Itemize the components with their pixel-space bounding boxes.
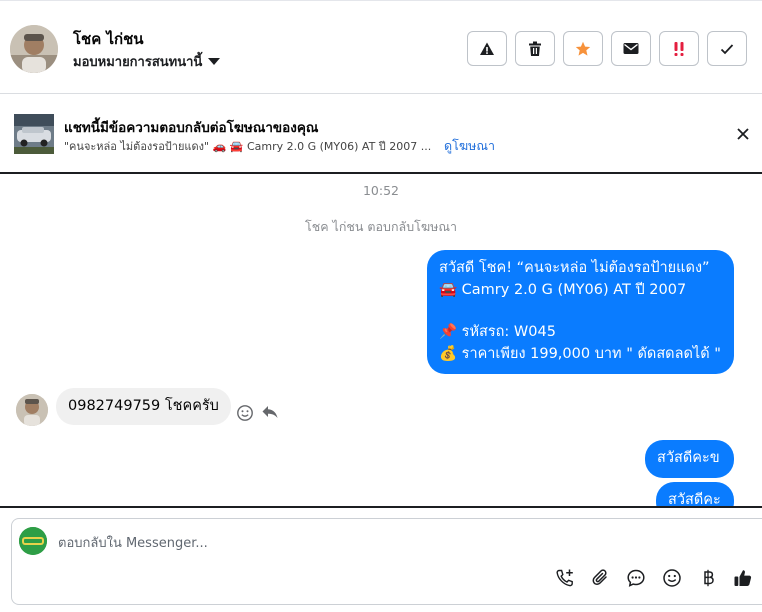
message-line: 📌 รหัสรถ: W045 xyxy=(439,324,556,340)
view-ad-link[interactable]: ดูโฆษณา xyxy=(444,136,495,156)
message-line: 💰 ราคาเพียง 199,000 บาท " ดัดสดลดได้ " xyxy=(439,345,721,362)
close-icon xyxy=(737,128,749,140)
conversation-actions xyxy=(467,31,747,66)
warning-icon xyxy=(480,42,494,55)
close-banner-button[interactable] xyxy=(734,125,752,143)
important-icon xyxy=(674,41,684,56)
assign-conversation-dropdown[interactable]: มอบหมายการสนทนานี้ xyxy=(73,51,221,72)
star-icon xyxy=(575,41,591,56)
call-button[interactable] xyxy=(555,568,575,588)
emoji-icon xyxy=(663,569,681,587)
sender-avatar[interactable] xyxy=(16,394,48,426)
message-thread[interactable]: 10:52 โชค ไก่ชน ตอบกลับโฆษณา สวัสดี โชค!… xyxy=(0,176,762,506)
smiley-icon xyxy=(237,405,253,421)
paperclip-icon xyxy=(592,569,607,586)
caret-down-icon xyxy=(208,58,221,65)
mark-important-button[interactable] xyxy=(659,31,699,66)
baht-icon xyxy=(704,569,714,587)
envelope-icon xyxy=(623,43,639,54)
message-timestamp: 10:52 xyxy=(362,183,400,198)
emoji-button[interactable] xyxy=(662,568,682,588)
message-line: สวัสดี โชค! “คนจะหล่อ ไม่ต้องรอป้ายแดง” xyxy=(439,260,710,276)
ad-banner-title: แชทนี้มีข้อความตอบกลับต่อโฆษณาของคุณ xyxy=(64,120,319,136)
contact-name[interactable]: โชค ไก่ชน xyxy=(73,27,144,51)
trash-icon xyxy=(529,41,541,56)
assign-label: มอบหมายการสนทนานี้ xyxy=(73,55,203,70)
react-button[interactable] xyxy=(236,404,254,426)
thumbs-up-icon xyxy=(734,570,752,586)
outgoing-message[interactable]: สวัสดีคะ xyxy=(656,482,734,506)
message-line: 🚘 Camry 2.0 G (MY06) AT ปี 2007 xyxy=(439,281,687,298)
attach-button[interactable] xyxy=(591,568,611,588)
payment-button[interactable] xyxy=(698,568,718,588)
reply-input[interactable] xyxy=(58,533,538,553)
chat-bubble-icon xyxy=(627,569,645,587)
mark-spam-button[interactable] xyxy=(467,31,507,66)
ad-banner-subtitle: "คนจะหล่อ ไม่ต้องรอป้ายแดง" 🚗 🚘 Camry 2.… xyxy=(64,140,432,153)
page-avatar xyxy=(19,527,47,555)
delete-button[interactable] xyxy=(515,31,555,66)
reply-composer xyxy=(11,518,762,605)
like-button[interactable] xyxy=(733,568,753,588)
call-add-icon xyxy=(556,569,573,587)
checkmark-icon xyxy=(720,43,734,54)
divider xyxy=(0,506,762,508)
star-button[interactable] xyxy=(563,31,603,66)
saved-replies-button[interactable] xyxy=(626,568,646,588)
system-message: โชค ไก่ชน ตอบกลับโฆษณา xyxy=(305,219,457,234)
contact-avatar[interactable] xyxy=(10,25,58,73)
reply-button[interactable] xyxy=(261,404,279,424)
mark-unread-button[interactable] xyxy=(611,31,651,66)
outgoing-message[interactable]: สวัสดีคะข xyxy=(645,440,734,478)
ad-thumbnail[interactable] xyxy=(14,114,54,154)
mark-done-button[interactable] xyxy=(707,31,747,66)
incoming-message[interactable]: 0982749759 โชคครับ xyxy=(56,388,231,425)
reply-arrow-icon xyxy=(262,406,278,418)
outgoing-message[interactable]: สวัสดี โชค! “คนจะหล่อ ไม่ต้องรอป้ายแดง” … xyxy=(427,250,734,374)
